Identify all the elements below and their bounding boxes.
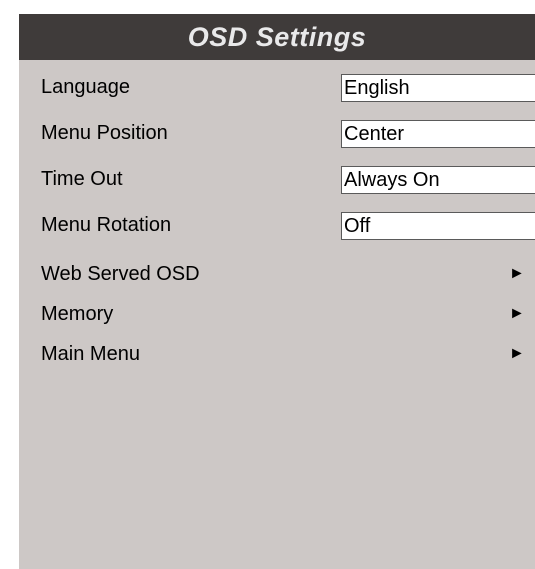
setting-row-language[interactable]: Language English [19, 72, 535, 102]
right-arrow-icon: ► [509, 265, 525, 282]
menu-position-field[interactable]: Center [341, 120, 535, 148]
menu-item-memory[interactable]: Memory ► [19, 301, 535, 327]
right-arrow-icon: ► [509, 345, 525, 362]
time-out-field[interactable]: Always On [341, 166, 535, 194]
menu-item-main-menu[interactable]: Main Menu ► [19, 341, 535, 367]
language-field[interactable]: English [341, 74, 535, 102]
setting-label-menu-position: Menu Position [41, 122, 168, 144]
setting-label-menu-rotation: Menu Rotation [41, 214, 172, 236]
menu-item-label: Main Menu [41, 343, 140, 365]
menu-item-label: Memory [41, 303, 114, 325]
setting-row-time-out[interactable]: Time Out Always On [19, 164, 535, 194]
right-arrow-icon: ► [509, 305, 525, 322]
setting-row-menu-rotation[interactable]: Menu Rotation Off [19, 210, 535, 240]
menu-rotation-field[interactable]: Off [341, 212, 535, 240]
osd-settings-panel: OSD Settings Language English Menu Posit… [19, 14, 535, 569]
setting-row-menu-position[interactable]: Menu Position Center [19, 118, 535, 148]
menu-item-web-served-osd[interactable]: Web Served OSD ► [19, 261, 535, 287]
setting-label-language: Language [41, 76, 130, 98]
menu-item-label: Web Served OSD [41, 263, 200, 285]
page-title: OSD Settings [19, 14, 535, 60]
setting-label-time-out: Time Out [41, 168, 123, 190]
